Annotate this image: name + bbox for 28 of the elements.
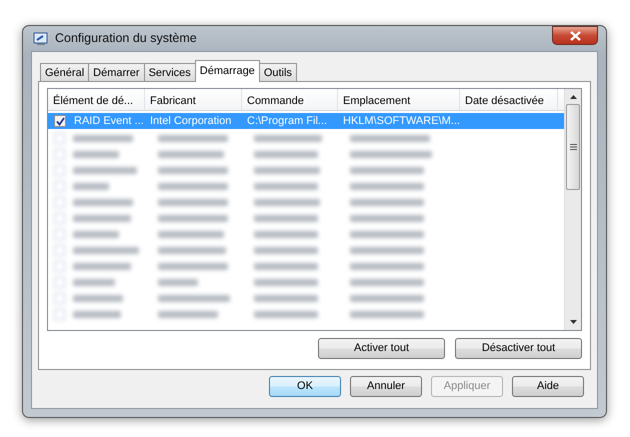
app-icon <box>33 30 49 46</box>
checkbox[interactable] <box>54 115 66 127</box>
tab[interactable]: Démarrer <box>88 63 145 82</box>
table-cell-text: C:\Program Fil... <box>246 114 328 129</box>
table-cell-text: RAID Event ... <box>73 114 145 129</box>
scroll-down-icon[interactable] <box>570 320 576 324</box>
dialog-button[interactable]: Annuler <box>350 376 422 397</box>
column-header[interactable]: Emplacement <box>338 89 460 110</box>
scroll-thumb[interactable] <box>566 104 580 190</box>
list-action-button[interactable]: Activer tout <box>318 338 445 359</box>
tab[interactable]: Services <box>144 63 196 82</box>
column-header[interactable]: Fabricant <box>145 89 242 110</box>
window-title: Configuration du système <box>55 30 197 48</box>
tab[interactable]: Général <box>40 63 90 82</box>
close-icon <box>570 30 580 40</box>
column-header[interactable]: Commande <box>242 89 338 110</box>
tab[interactable]: Démarrage <box>194 60 260 82</box>
tab[interactable]: Outils <box>258 63 297 82</box>
dialog-button[interactable]: Aide <box>512 376 584 397</box>
table-cell-text: HKLM\SOFTWARE\M... <box>342 114 460 129</box>
dialog-button[interactable]: OK <box>269 376 341 397</box>
scrollbar[interactable] <box>564 89 581 330</box>
column-header[interactable]: Élément de dé... <box>48 89 145 110</box>
list-action-button[interactable]: Désactiver tout <box>455 338 582 359</box>
table-cell-text: Intel Corporation <box>149 114 232 129</box>
column-header[interactable]: Date désactivée <box>460 89 558 110</box>
scroll-up-icon[interactable] <box>570 95 576 99</box>
close-button[interactable] <box>552 26 598 45</box>
